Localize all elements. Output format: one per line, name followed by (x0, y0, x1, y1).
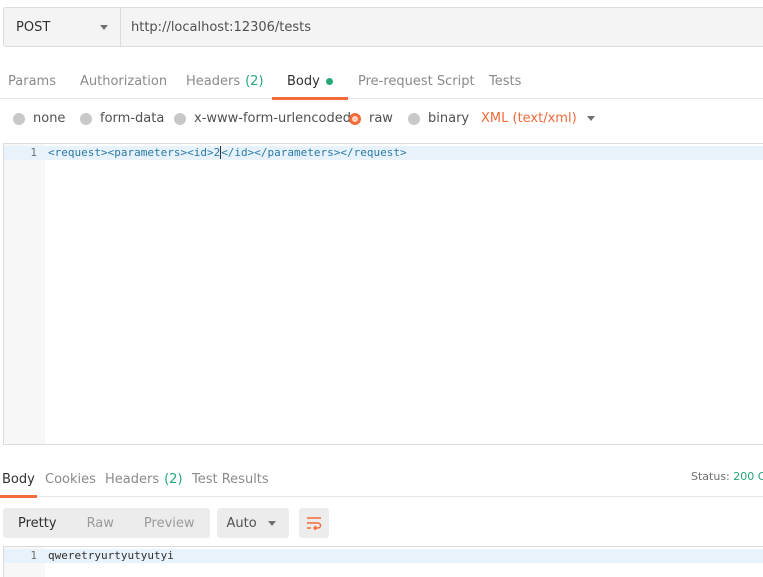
chevron-down-icon (586, 116, 595, 121)
response-text: qweretryurtyutyutyi (48, 549, 174, 562)
response-body-editor[interactable]: 1 qweretryurtyutyutyi (3, 546, 763, 577)
radio-x-www-form-urlencoded[interactable]: x-www-form-urlencoded (174, 111, 351, 126)
resp-tab-headers[interactable]: Headers (2) (105, 462, 183, 497)
radio-raw[interactable]: raw (349, 111, 393, 126)
body-indicator-dot (325, 78, 333, 85)
tab-tests-label: Tests (489, 74, 522, 89)
status-label: Status: (691, 470, 730, 483)
code-before-cursor: <request><parameters><id>2 (48, 146, 221, 159)
line-number: 1 (30, 146, 37, 159)
radio-binary[interactable]: binary (408, 111, 469, 126)
response-tabs: Body Cookies Headers (2) Test Results (0, 462, 763, 498)
method-label: POST (16, 19, 51, 35)
tab-body[interactable]: Body (272, 64, 348, 100)
code-line: <request><parameters><id>2</id></paramet… (48, 146, 407, 160)
status-value: 200 OK (733, 470, 763, 483)
tab-headers-count: (2) (245, 74, 264, 89)
body-type-selector: none form-data x-www-form-urlencoded raw… (0, 108, 763, 132)
request-tabs: Params Authorization Headers (2) Body Pr… (0, 64, 763, 100)
content-type-label: XML (text/xml) (481, 111, 577, 126)
resp-tab-cookies-label: Cookies (45, 472, 96, 487)
tab-authorization-label: Authorization (80, 74, 168, 89)
url-text: http://localhost:12306/tests (131, 19, 312, 35)
radio-none-circle (13, 112, 25, 125)
tab-headers[interactable]: Headers (2) (186, 64, 264, 99)
radio-x-www-form-urlencoded-label: x-www-form-urlencoded (194, 111, 352, 126)
line-number: 1 (30, 549, 37, 562)
tab-body-label: Body (287, 74, 320, 89)
tab-params[interactable]: Params (8, 64, 56, 99)
resp-tab-headers-label: Headers (105, 472, 160, 487)
response-toolbar: Pretty Raw Preview Auto (3, 508, 329, 538)
tab-params-label: Params (8, 74, 56, 89)
tab-pre-request-script[interactable]: Pre-request Script (358, 64, 475, 99)
resp-tab-headers-count: (2) (164, 472, 183, 487)
radio-form-data[interactable]: form-data (80, 111, 164, 126)
wrap-lines-button[interactable] (298, 508, 329, 538)
view-preview-button[interactable]: Preview (129, 508, 210, 538)
content-type-select[interactable]: XML (text/xml) (481, 111, 595, 126)
resp-tab-cookies[interactable]: Cookies (45, 462, 96, 497)
wrap-lines-icon (306, 517, 321, 530)
format-label: Auto (226, 515, 257, 531)
resp-tab-body[interactable]: Body (0, 462, 37, 498)
request-body-editor[interactable]: 1 <request><parameters><id>2</id></param… (3, 143, 763, 445)
resp-tab-body-label: Body (2, 472, 35, 487)
view-mode-group: Pretty Raw Preview (3, 508, 210, 538)
url-input[interactable]: http://localhost:12306/tests (121, 7, 763, 47)
tab-authorization[interactable]: Authorization (80, 64, 167, 99)
request-bar: POST http://localhost:12306/tests (3, 7, 763, 47)
radio-binary-label: binary (428, 111, 470, 126)
tab-tests[interactable]: Tests (489, 64, 521, 99)
view-raw-button[interactable]: Raw (72, 508, 129, 538)
radio-none[interactable]: none (13, 111, 65, 126)
code-after-cursor: </id></parameters></request> (221, 146, 407, 159)
resp-tab-test-results-label: Test Results (192, 472, 269, 487)
response-status: Status: 200 OK (691, 470, 763, 483)
tab-headers-label: Headers (186, 74, 241, 89)
radio-raw-label: raw (369, 111, 393, 126)
radio-form-data-circle (80, 112, 92, 125)
radio-x-www-form-urlencoded-circle (174, 112, 186, 125)
radio-raw-circle (349, 112, 361, 125)
chevron-down-icon (267, 520, 276, 526)
radio-binary-circle (408, 112, 420, 125)
method-select[interactable]: POST (3, 7, 121, 47)
tab-pre-request-script-label: Pre-request Script (358, 74, 475, 89)
radio-none-label: none (33, 111, 66, 126)
radio-form-data-label: form-data (100, 111, 165, 126)
format-select[interactable]: Auto (216, 508, 289, 538)
resp-tab-test-results[interactable]: Test Results (192, 462, 269, 497)
chevron-down-icon (100, 24, 108, 30)
editor-gutter (4, 144, 45, 444)
view-pretty-button[interactable]: Pretty (3, 508, 72, 538)
